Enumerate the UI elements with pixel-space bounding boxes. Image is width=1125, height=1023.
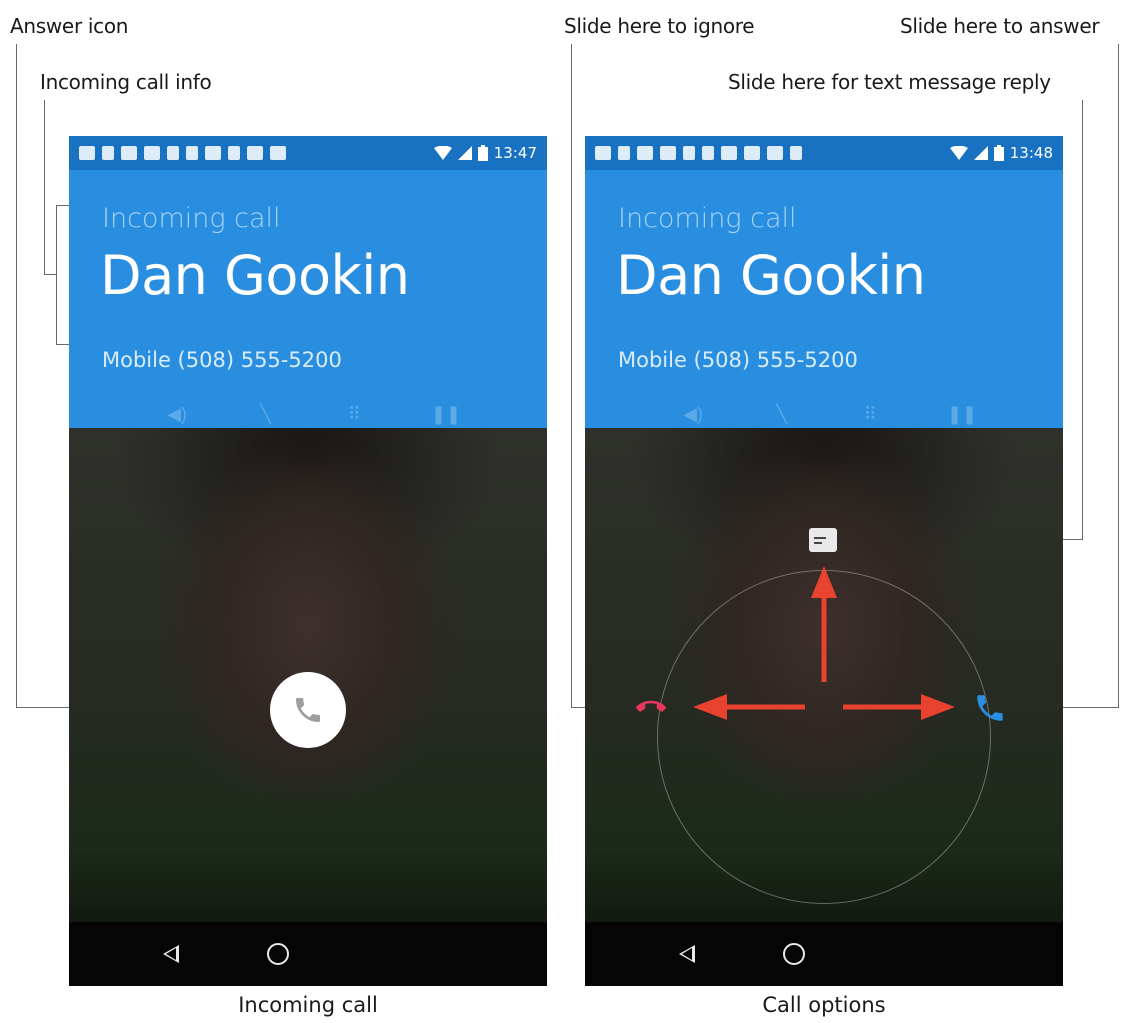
signal-icon	[457, 146, 472, 160]
message-notification-icon	[79, 146, 95, 160]
callout-slide-answer: Slide here to answer	[900, 14, 1100, 38]
usb-icon	[228, 146, 240, 160]
answer-button[interactable]	[270, 672, 346, 748]
chat-icon	[186, 146, 198, 160]
phone-screen-incoming: 13:47 Incoming call Dan Gookin Mobile (5…	[69, 136, 547, 986]
call-controls: ◀) ╲ ⠿ ❚❚	[165, 404, 462, 425]
callout-slide-text: Slide here for text message reply	[728, 70, 1051, 94]
callout-answer-icon: Answer icon	[10, 14, 129, 38]
phone-icon	[296, 698, 320, 722]
caller-number: Mobile (508) 555-5200	[102, 348, 342, 372]
bracket-info-vertical	[56, 205, 57, 345]
missed-call-icon	[102, 146, 114, 160]
battery-icon	[477, 145, 488, 161]
caller-name: Dan Gookin	[100, 244, 410, 307]
speaker-icon: ◀)	[167, 404, 187, 424]
home-icon[interactable]	[267, 943, 289, 965]
callout-incoming-call-info: Incoming call info	[40, 70, 212, 94]
calendar-icon	[144, 146, 160, 160]
email-icon	[205, 146, 221, 160]
navigation-bar	[585, 922, 1063, 986]
back-icon[interactable]	[163, 945, 179, 963]
call-header: Incoming call Dan Gookin Mobile (508) 55…	[69, 170, 547, 428]
wifi-icon	[433, 146, 452, 160]
caption-call-options: Call options	[762, 993, 886, 1017]
hold-icon: ❚❚	[430, 404, 462, 424]
status-bar: 13:47	[69, 136, 547, 170]
arrow-up	[811, 566, 837, 682]
leader-info-horizontal	[44, 274, 56, 275]
navigation-bar	[69, 922, 547, 986]
incoming-call-label: Incoming call	[102, 203, 281, 234]
leader-answer-vertical	[16, 44, 17, 708]
leader-info-vertical	[44, 100, 45, 275]
caption-incoming-call: Incoming call	[238, 993, 378, 1017]
message-icon[interactable]	[809, 528, 837, 552]
hang-up-icon[interactable]	[636, 692, 666, 722]
phone-icon[interactable]	[973, 691, 1007, 725]
arrow-right	[843, 694, 955, 720]
arrow-left	[693, 694, 805, 720]
gallery-icon	[270, 146, 286, 160]
leader-answer-right-vertical	[1118, 44, 1119, 708]
contact-icon	[167, 146, 179, 160]
callout-slide-ignore: Slide here to ignore	[564, 14, 755, 38]
mute-icon: ╲	[260, 404, 272, 424]
home-icon[interactable]	[783, 943, 805, 965]
slide-arrows	[693, 566, 955, 720]
dialpad-icon: ⠿	[347, 404, 361, 424]
leader-text-vertical	[1082, 100, 1083, 540]
email-icon	[247, 146, 263, 160]
phone-screen-options: 13:48 Incoming call Dan Gookin Mobile (5…	[585, 136, 1063, 986]
calendar-icon	[121, 146, 137, 160]
leader-ignore-vertical	[571, 44, 572, 708]
back-icon[interactable]	[679, 945, 695, 963]
status-time: 13:47	[493, 144, 537, 162]
